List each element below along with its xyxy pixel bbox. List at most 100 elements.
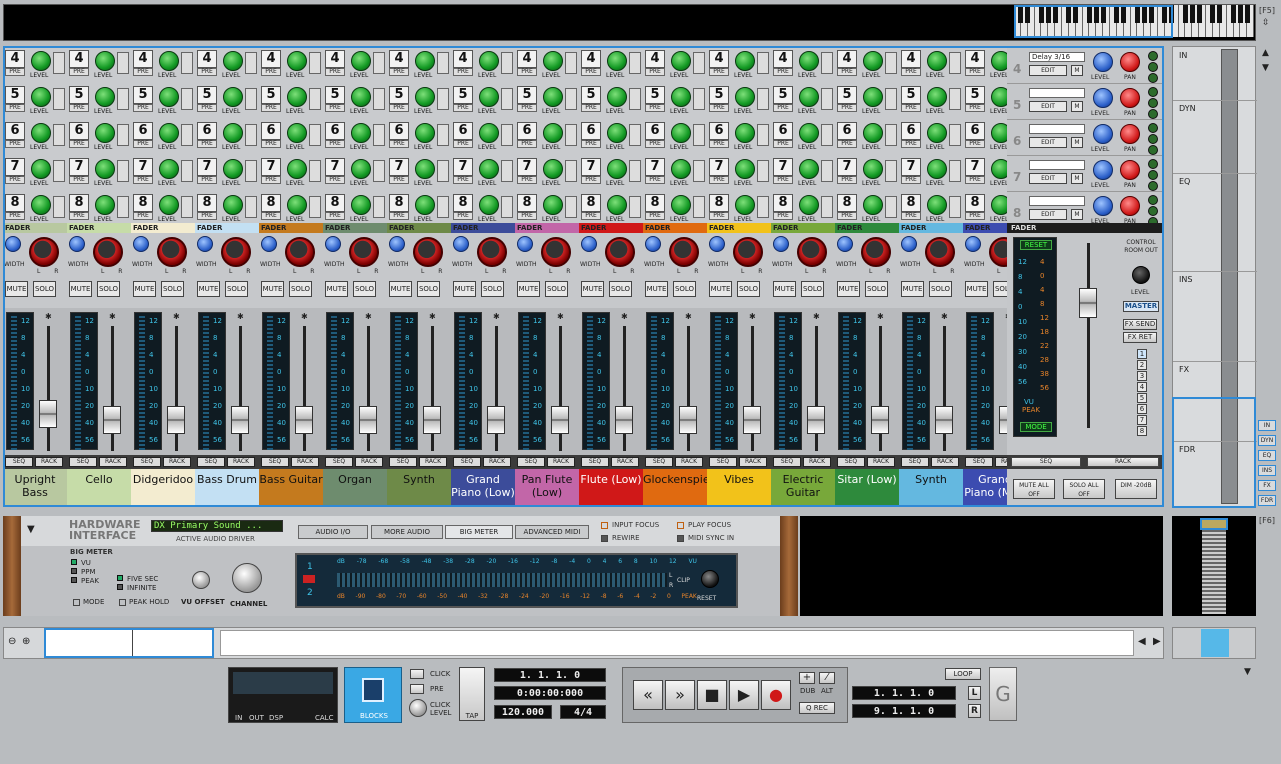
channel-fader[interactable] [551, 406, 569, 434]
send-level-knob[interactable] [543, 51, 563, 71]
keyboard-black-key[interactable] [1237, 5, 1243, 23]
fx-pan-knob[interactable] [1120, 52, 1140, 72]
fx-level-knob[interactable] [1093, 124, 1113, 144]
send-on-button[interactable] [821, 160, 833, 182]
send-level-knob[interactable] [159, 87, 179, 107]
channel-fader[interactable] [679, 406, 697, 434]
send-pre-button[interactable]: PRE [261, 212, 281, 220]
channel-name[interactable]: Glockenspiel [643, 469, 713, 505]
sidebar-tab[interactable]: INS [1258, 465, 1276, 476]
pan-knob[interactable] [925, 237, 955, 267]
keyboard-black-key[interactable] [1189, 5, 1195, 23]
send-level-knob[interactable] [735, 51, 755, 71]
rack-button[interactable]: RACK [611, 457, 639, 467]
send-level-knob[interactable] [351, 51, 371, 71]
seq-button[interactable]: SEQ [5, 457, 33, 467]
send-pre-button[interactable]: PRE [773, 212, 793, 220]
fx-number-button[interactable]: 6 [1137, 404, 1147, 414]
rack-button[interactable]: RACK [739, 457, 767, 467]
send-level-knob[interactable] [31, 51, 51, 71]
send-on-button[interactable] [437, 52, 449, 74]
send-on-button[interactable] [565, 124, 577, 146]
send-pre-button[interactable]: PRE [389, 68, 409, 76]
send-pre-button[interactable]: PRE [69, 140, 89, 148]
send-on-button[interactable] [181, 52, 193, 74]
tempo-display[interactable]: 120.000 [494, 705, 552, 719]
send-pre-button[interactable]: PRE [69, 176, 89, 184]
send-pre-button[interactable]: PRE [389, 140, 409, 148]
send-pre-button[interactable]: PRE [837, 104, 857, 112]
send-on-button[interactable] [53, 88, 65, 110]
mute-button[interactable]: MUTE [709, 281, 732, 297]
send-level-knob[interactable] [415, 123, 435, 143]
seq-button[interactable]: SEQ [901, 457, 929, 467]
send-pre-button[interactable]: PRE [965, 176, 985, 184]
mode-button[interactable]: MODE [73, 598, 104, 606]
rack-button[interactable]: RACK [931, 457, 959, 467]
send-pre-button[interactable]: PRE [965, 104, 985, 112]
seq-button[interactable]: SEQ [261, 457, 289, 467]
send-pre-button[interactable]: PRE [709, 104, 729, 112]
send-level-knob[interactable] [671, 159, 691, 179]
channel-name[interactable]: Flute (Low) [579, 469, 643, 505]
send-on-button[interactable] [565, 196, 577, 218]
peak-hold-button[interactable]: PEAK HOLD [119, 598, 169, 606]
send-level-knob[interactable] [543, 195, 563, 215]
fx-pan-knob[interactable] [1120, 88, 1140, 108]
send-pre-button[interactable]: PRE [133, 68, 153, 76]
keyboard-black-key[interactable] [1244, 5, 1250, 23]
pan-knob[interactable] [93, 237, 123, 267]
width-knob[interactable] [389, 236, 405, 252]
send-pre-button[interactable]: PRE [517, 68, 537, 76]
send-level-knob[interactable] [927, 195, 947, 215]
sidebar-tab[interactable]: EQ [1258, 450, 1276, 461]
send-level-knob[interactable] [543, 87, 563, 107]
seq-button[interactable]: SEQ [517, 457, 545, 467]
fx-mute-button[interactable]: M [1071, 137, 1083, 148]
send-level-knob[interactable] [415, 195, 435, 215]
send-on-button[interactable] [437, 160, 449, 182]
send-on-button[interactable] [757, 160, 769, 182]
keyboard-selection-frame[interactable] [1014, 5, 1173, 38]
sidebar-tab[interactable]: FDR [1258, 495, 1276, 506]
channel-knob[interactable] [232, 563, 262, 593]
loop-left-display[interactable]: 1. 1. 1. 0 [852, 686, 956, 700]
channel-name[interactable]: Organ [323, 469, 387, 505]
send-on-button[interactable] [629, 88, 641, 110]
fx-number-button[interactable]: 3 [1137, 371, 1147, 381]
send-level-knob[interactable] [479, 51, 499, 71]
send-on-button[interactable] [629, 160, 641, 182]
fx-level-knob[interactable] [1093, 52, 1113, 72]
send-pre-button[interactable]: PRE [5, 176, 25, 184]
send-pre-button[interactable]: PRE [517, 212, 537, 220]
zoom-out-icon[interactable]: ⊖ [8, 636, 16, 647]
mute-button[interactable]: MUTE [517, 281, 540, 297]
send-pre-button[interactable]: PRE [837, 140, 857, 148]
audio-driver-display[interactable]: DX Primary Sound ... [151, 520, 283, 532]
control-room-level-knob[interactable] [1132, 266, 1150, 284]
send-on-button[interactable] [949, 88, 961, 110]
channel-name[interactable]: Didgeridoo [131, 469, 195, 505]
send-level-knob[interactable] [223, 123, 243, 143]
send-on-button[interactable] [181, 124, 193, 146]
send-level-knob[interactable] [863, 159, 883, 179]
seq-button[interactable]: SEQ [645, 457, 673, 467]
send-level-knob[interactable] [607, 87, 627, 107]
send-on-button[interactable] [373, 124, 385, 146]
send-level-knob[interactable] [479, 159, 499, 179]
send-level-knob[interactable] [223, 159, 243, 179]
send-on-button[interactable] [117, 88, 129, 110]
send-level-knob[interactable] [415, 51, 435, 71]
transport-dropdown-icon[interactable]: ▼ [1244, 667, 1251, 677]
channel-fader[interactable] [935, 406, 953, 434]
mute-button[interactable]: MUTE [389, 281, 412, 297]
send-on-button[interactable] [693, 124, 705, 146]
send-level-knob[interactable] [543, 123, 563, 143]
send-level-knob[interactable] [287, 51, 307, 71]
send-pre-button[interactable]: PRE [901, 176, 921, 184]
send-level-knob[interactable] [671, 123, 691, 143]
send-level-knob[interactable] [95, 87, 115, 107]
blocks-button[interactable]: BLOCKS [344, 667, 402, 723]
send-pre-button[interactable]: PRE [709, 176, 729, 184]
mute-button[interactable]: MUTE [645, 281, 668, 297]
